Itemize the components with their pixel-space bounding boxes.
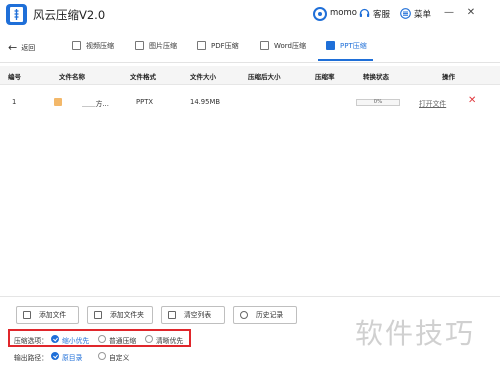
add-folder-button[interactable]: 添加文件夹 xyxy=(87,306,153,324)
tab-label: 视频压缩 xyxy=(86,42,114,50)
column-header: 压缩后大小 xyxy=(248,73,281,81)
open-file-link[interactable]: 打开文件 xyxy=(419,98,446,108)
image-file-icon xyxy=(135,41,144,50)
title-bar: 风云压缩V2.0 momo 客服 菜单 — ✕ xyxy=(0,0,500,30)
column-header: 文件名称 xyxy=(59,73,85,81)
file-size: 14.95MB xyxy=(190,98,220,106)
pdf-file-icon xyxy=(197,41,206,50)
service-button[interactable]: 客服 xyxy=(373,8,390,20)
row-index: 1 xyxy=(12,98,17,106)
tab-pdf[interactable]: PDF压缩 xyxy=(197,39,239,57)
watermark-text: 软件技巧 xyxy=(355,317,476,350)
clock-icon xyxy=(240,311,248,319)
arrow-left-icon: ← xyxy=(8,41,18,54)
trash-icon xyxy=(168,311,176,319)
column-header: 编号 xyxy=(8,73,21,81)
ppt-file-icon xyxy=(326,41,335,50)
file-format: PPTX xyxy=(136,98,154,106)
button-label: 添加文件 xyxy=(39,311,67,319)
tab-word[interactable]: Word压缩 xyxy=(260,39,306,57)
option-custom[interactable]: 自定义 xyxy=(109,352,129,362)
radio-custom[interactable] xyxy=(98,352,106,360)
file-name: ＿＿方... xyxy=(82,100,109,108)
file-table-header: 编号 文件名称 文件格式 文件大小 压缩后大小 压缩率 转换状态 操作 xyxy=(0,66,500,85)
tab-ppt[interactable]: PPT压缩 xyxy=(326,39,367,57)
column-header: 转换状态 xyxy=(363,73,389,81)
video-file-icon xyxy=(72,41,81,50)
ppt-file-icon xyxy=(54,98,62,106)
table-row[interactable]: 1 ＿＿方... PPTX 14.95MB 0% 打开文件 ✕ xyxy=(0,90,500,114)
radio-normal[interactable] xyxy=(98,335,106,343)
clear-list-button[interactable]: 清空列表 xyxy=(161,306,225,324)
app-logo-icon xyxy=(6,4,27,25)
app-title: 风云压缩V2.0 xyxy=(33,8,106,22)
option-smaller-first[interactable]: 缩小优先 xyxy=(62,335,89,345)
column-header: 压缩率 xyxy=(315,73,335,81)
folder-icon xyxy=(94,311,102,319)
button-label: 历史记录 xyxy=(256,311,284,319)
menu-button[interactable]: 菜单 xyxy=(414,8,431,20)
column-header: 文件大小 xyxy=(190,73,216,81)
column-header: 操作 xyxy=(442,73,455,81)
radio-clear-first[interactable] xyxy=(145,335,153,343)
nav-bar: ← 返回 视频压缩 图片压缩 PDF压缩 Word压缩 PPT压缩 xyxy=(0,30,500,63)
progress-text: 0% xyxy=(373,99,383,105)
word-file-icon xyxy=(260,41,269,50)
button-label: 清空列表 xyxy=(184,311,212,319)
user-avatar-icon[interactable] xyxy=(313,7,327,21)
tab-label: Word压缩 xyxy=(274,42,306,50)
back-label: 返回 xyxy=(21,44,36,52)
column-header: 文件格式 xyxy=(130,73,156,81)
output-path-label: 输出路径： xyxy=(14,354,48,362)
tab-image[interactable]: 图片压缩 xyxy=(135,39,177,57)
progress-bar: 0% xyxy=(356,99,400,106)
tab-label: PDF压缩 xyxy=(211,42,239,50)
radio-original-dir[interactable] xyxy=(51,352,59,360)
active-tab-indicator xyxy=(318,59,373,61)
menu-icon[interactable] xyxy=(400,8,411,19)
button-label: 添加文件夹 xyxy=(110,311,144,319)
compression-options-label: 压缩选项： xyxy=(14,337,48,345)
history-button[interactable]: 历史记录 xyxy=(233,306,297,324)
add-file-button[interactable]: 添加文件 xyxy=(16,306,79,324)
user-name[interactable]: momo xyxy=(330,8,357,18)
tab-video[interactable]: 视频压缩 xyxy=(72,39,114,57)
tab-label: 图片压缩 xyxy=(149,42,177,50)
close-window-button[interactable]: ✕ xyxy=(464,6,478,20)
headset-icon[interactable] xyxy=(359,8,370,19)
back-button[interactable]: ← 返回 xyxy=(8,40,36,54)
add-file-icon xyxy=(23,311,31,319)
delete-icon[interactable]: ✕ xyxy=(468,95,476,106)
option-clear-first[interactable]: 清晰优先 xyxy=(156,335,183,345)
minimize-button[interactable]: — xyxy=(442,6,456,20)
option-normal[interactable]: 普通压缩 xyxy=(109,335,136,345)
divider xyxy=(0,296,500,297)
radio-smaller-first[interactable] xyxy=(51,335,59,343)
tab-label: PPT压缩 xyxy=(340,42,367,50)
option-original-dir[interactable]: 原目录 xyxy=(62,352,82,362)
